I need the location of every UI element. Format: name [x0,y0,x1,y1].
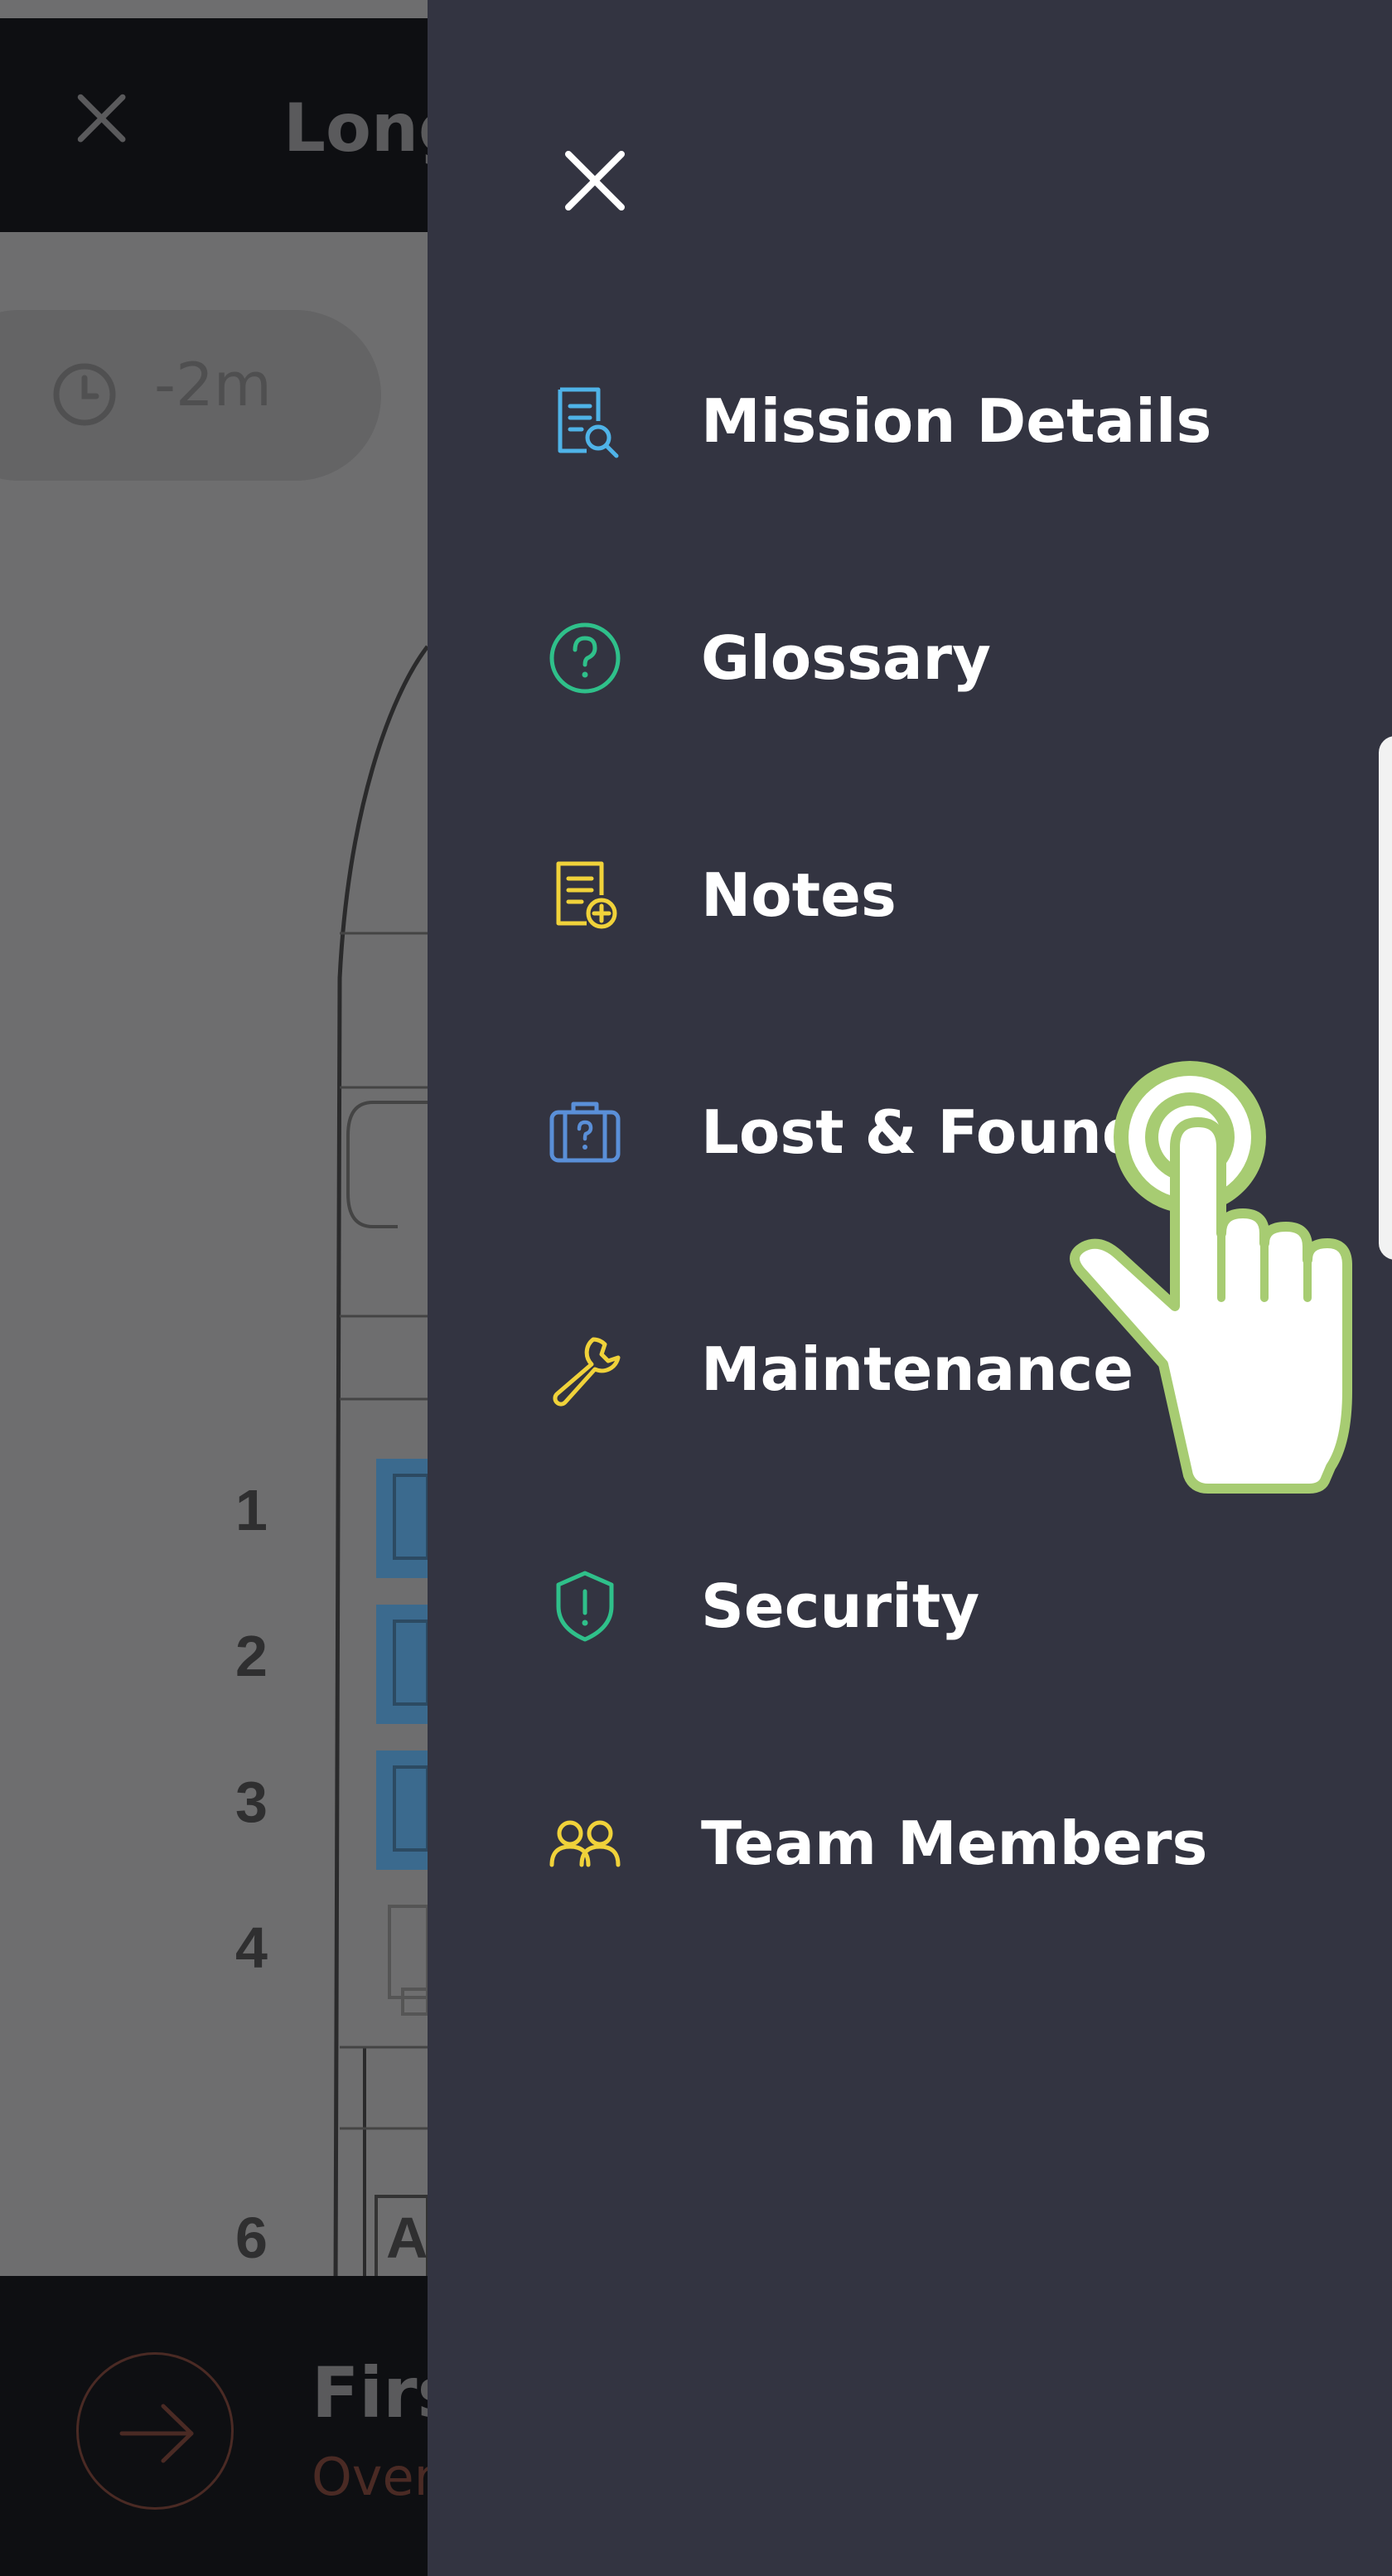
menu-item-notes[interactable]: Notes [544,837,1289,953]
background-app: Long -2m 1 2 3 4 6 A [0,0,428,2576]
menu-item-security[interactable]: Security [544,1548,1289,1664]
menu-item-label: Mission Details [701,386,1212,456]
menu-item-team-members[interactable]: Team Members [544,1785,1289,1901]
next-step-button [76,2352,234,2510]
menu-item-label: Lost & Found [701,1097,1145,1167]
footer-title: Firs [312,2352,428,2433]
menu-item-label: Security [701,1571,980,1641]
menu-item-label: Team Members [701,1809,1208,1878]
team-icon [544,1802,626,1885]
menu-item-maintenance[interactable]: Maintenance [544,1311,1289,1427]
menu-item-glossary[interactable]: Glossary [544,600,1289,716]
footer-subtitle: Over [312,2447,428,2507]
menu-item-mission-details[interactable]: Mission Details [544,363,1289,479]
wrench-icon [544,1328,626,1411]
row-number: 1 [235,1478,268,1542]
scroll-handle[interactable] [1379,736,1392,1260]
menu-item-label: Maintenance [701,1334,1134,1404]
seat-label: A [386,2206,428,2270]
row-number: 4 [235,1915,268,1980]
menu-item-label: Glossary [701,623,991,693]
arrow-right-icon [119,2404,194,2463]
row-number: 3 [235,1770,268,1834]
menu-item-lost-and-found[interactable]: Lost & Found [544,1074,1289,1190]
mission-details-icon [544,380,626,462]
navigation-drawer: Mission Details Glossary Notes Lost & Fo… [428,0,1392,2576]
shield-alert-icon [544,1565,626,1648]
close-drawer-button[interactable] [560,146,630,215]
row-number: 2 [235,1624,268,1688]
row-number: 6 [235,2206,268,2270]
menu-item-label: Notes [701,860,897,930]
luggage-icon [544,1091,626,1174]
seat-map-diagram [333,645,428,2288]
question-circle-icon [544,617,626,700]
notes-add-icon [544,854,626,937]
